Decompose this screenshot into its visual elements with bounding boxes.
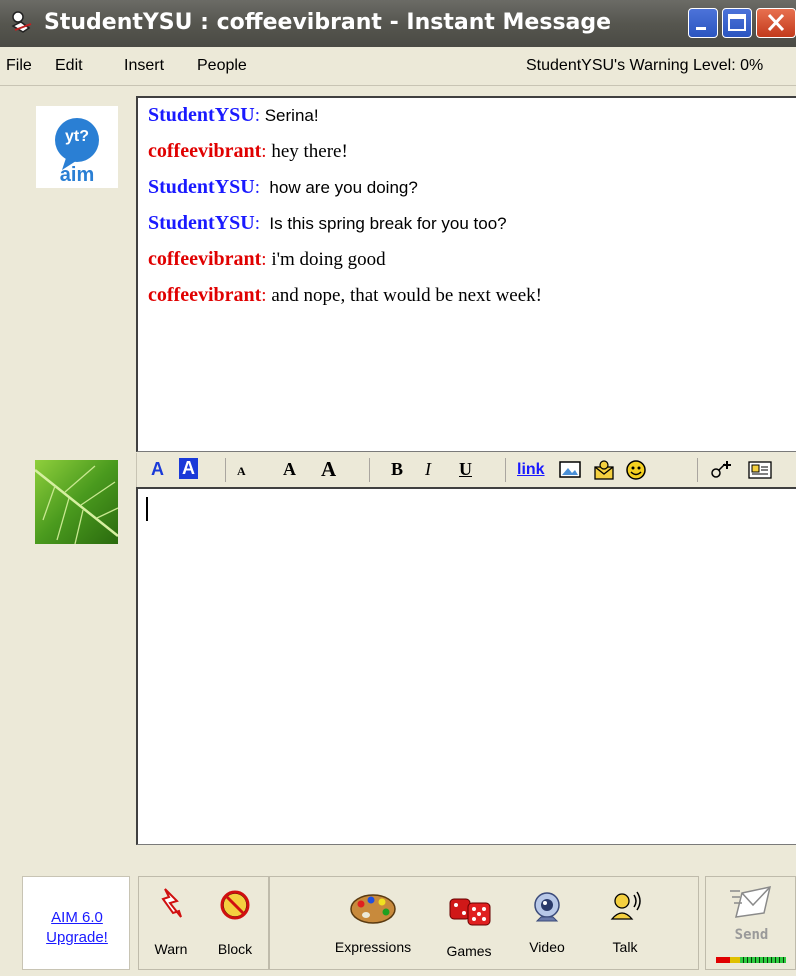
maximize-button[interactable] bbox=[722, 8, 752, 38]
message-row: StudentYSU: Is this spring break for you… bbox=[148, 212, 507, 234]
background-color-button[interactable]: A bbox=[179, 458, 198, 479]
insert-link-button[interactable]: link bbox=[517, 461, 545, 479]
send-group: Send bbox=[705, 876, 796, 970]
add-buddy-icon[interactable] bbox=[709, 459, 735, 481]
bold-button[interactable]: B bbox=[391, 459, 403, 480]
activities-group: Expressions Games Video Talk bbox=[269, 876, 699, 970]
format-toolbar: A A A A A B I U link bbox=[136, 453, 796, 487]
menu-file[interactable]: File bbox=[6, 57, 32, 75]
aim-logo: yt? aim bbox=[36, 106, 118, 188]
message-row: StudentYSU: how are you doing? bbox=[148, 176, 418, 198]
games-button[interactable]: Games bbox=[434, 881, 504, 965]
webcam-icon bbox=[534, 892, 560, 922]
buddy-info-icon[interactable] bbox=[747, 459, 773, 481]
upgrade-panel: AIM 6.0 Upgrade! bbox=[22, 876, 130, 970]
window-title: StudentYSU : coffeevibrant - Instant Mes… bbox=[44, 10, 612, 35]
menu-edit[interactable]: Edit bbox=[55, 57, 83, 75]
bottom-action-bar: AIM 6.0 Upgrade! Warn Block Expressions … bbox=[0, 872, 796, 976]
video-button[interactable]: Video bbox=[514, 881, 580, 965]
message-sender: StudentYSU bbox=[148, 176, 255, 198]
toolbar-separator bbox=[697, 458, 698, 482]
message-row: coffeevibrant: and nope, that would be n… bbox=[148, 284, 542, 306]
decrease-font-size-button[interactable]: A bbox=[237, 464, 246, 479]
message-compose-input[interactable] bbox=[136, 487, 796, 845]
talk-label: Talk bbox=[612, 939, 638, 955]
menu-insert[interactable]: Insert bbox=[124, 57, 164, 75]
warning-meter bbox=[716, 957, 786, 963]
games-label: Games bbox=[446, 943, 492, 959]
toolbar-separator bbox=[505, 458, 506, 482]
talk-icon bbox=[610, 891, 641, 920]
im-window: StudentYSU : coffeevibrant - Instant Mes… bbox=[0, 0, 796, 976]
text-caret bbox=[146, 497, 148, 521]
aim-logo-text: aim bbox=[59, 164, 95, 186]
warn-block-group: Warn Block bbox=[138, 876, 269, 970]
maximize-icon bbox=[728, 14, 746, 31]
warn-lightning-icon bbox=[161, 888, 182, 918]
smiley-icon[interactable] bbox=[625, 459, 647, 481]
message-sender: coffeevibrant bbox=[148, 284, 262, 306]
insert-picture-icon[interactable] bbox=[559, 460, 581, 480]
aim-logo-bubble-text: yt? bbox=[65, 128, 89, 145]
block-label: Block bbox=[217, 941, 253, 957]
block-icon bbox=[220, 890, 250, 920]
message-sender: StudentYSU bbox=[148, 212, 255, 234]
message-row: coffeevibrant: hey there! bbox=[148, 140, 348, 162]
expressions-label: Expressions bbox=[334, 939, 412, 955]
close-button[interactable] bbox=[756, 8, 796, 38]
normal-font-size-button[interactable]: A bbox=[283, 459, 296, 480]
menu-people[interactable]: People bbox=[197, 57, 247, 75]
palette-icon bbox=[350, 894, 396, 924]
insert-email-icon[interactable] bbox=[593, 459, 615, 481]
italic-button[interactable]: I bbox=[425, 459, 431, 480]
message-text: hey there! bbox=[266, 141, 348, 162]
upgrade-link[interactable]: Upgrade! bbox=[23, 929, 131, 946]
minimize-button[interactable] bbox=[688, 8, 718, 38]
dice-icon bbox=[449, 898, 491, 926]
talk-button[interactable]: Talk bbox=[592, 881, 658, 965]
expressions-button[interactable]: Expressions bbox=[318, 881, 428, 965]
message-sender: coffeevibrant bbox=[148, 248, 262, 270]
main-area: yt? aim StudentYSU: Serina! coffeevibran… bbox=[0, 86, 796, 976]
message-text: Is this spring break for you too? bbox=[259, 214, 507, 233]
video-label: Video bbox=[529, 939, 565, 955]
upgrade-link-version[interactable]: AIM 6.0 bbox=[23, 909, 131, 926]
message-text: i'm doing good bbox=[266, 249, 386, 270]
menu-bar: File Edit Insert People StudentYSU's War… bbox=[0, 47, 796, 86]
warn-button[interactable]: Warn bbox=[143, 881, 199, 965]
toolbar-separator bbox=[225, 458, 226, 482]
send-label: Send bbox=[734, 927, 769, 943]
conversation-transcript[interactable]: StudentYSU: Serina! coffeevibrant: hey t… bbox=[136, 96, 796, 452]
warn-label: Warn bbox=[154, 941, 188, 957]
title-bar[interactable]: StudentYSU : coffeevibrant - Instant Mes… bbox=[0, 0, 796, 47]
buddy-icon-leaf[interactable] bbox=[35, 460, 118, 544]
message-sender: StudentYSU bbox=[148, 104, 255, 126]
send-button[interactable]: Send bbox=[706, 877, 796, 969]
close-icon bbox=[767, 13, 785, 32]
toolbar-separator bbox=[369, 458, 370, 482]
message-text: how are you doing? bbox=[259, 178, 418, 197]
message-row: StudentYSU: Serina! bbox=[148, 104, 319, 126]
message-text: and nope, that would be next week! bbox=[266, 285, 542, 306]
send-envelope-icon bbox=[730, 886, 771, 918]
message-sender: coffeevibrant bbox=[148, 140, 262, 162]
block-button[interactable]: Block bbox=[205, 881, 265, 965]
message-row: coffeevibrant: i'm doing good bbox=[148, 248, 386, 270]
message-text: Serina! bbox=[259, 106, 319, 125]
text-color-button[interactable]: A bbox=[151, 459, 164, 480]
underline-button[interactable]: U bbox=[459, 459, 472, 480]
aim-running-man-icon bbox=[11, 11, 32, 33]
warning-level: StudentYSU's Warning Level: 0% bbox=[526, 57, 764, 74]
minimize-icon bbox=[696, 27, 706, 30]
increase-font-size-button[interactable]: A bbox=[321, 457, 336, 482]
